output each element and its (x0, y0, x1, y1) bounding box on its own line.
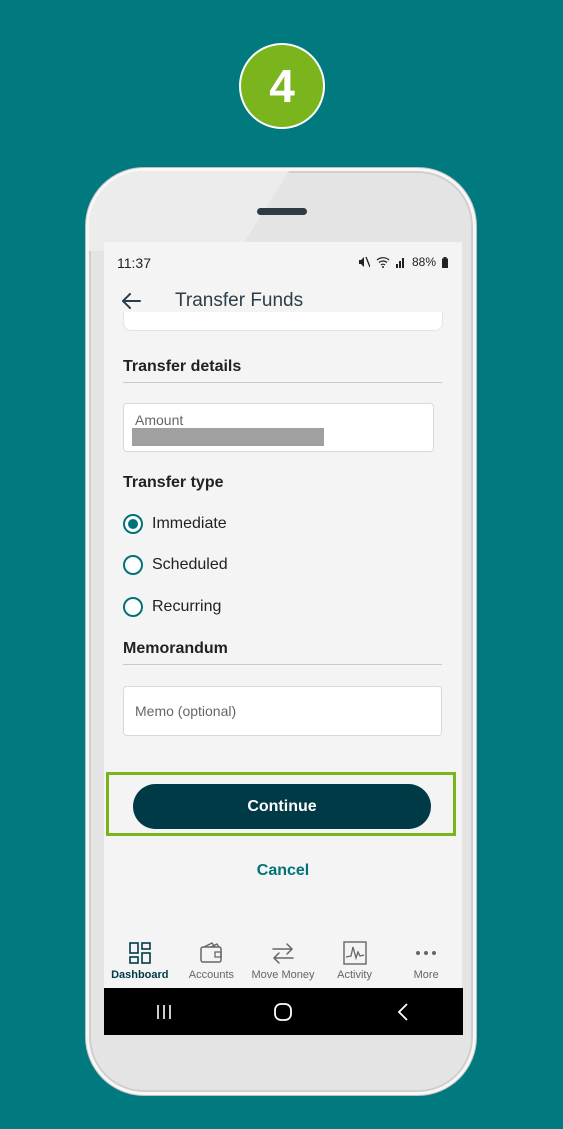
transfer-arrows-icon (272, 943, 294, 964)
radio-recurring[interactable]: Recurring (123, 595, 221, 619)
transfer-type-heading: Transfer type (123, 474, 224, 491)
radio-selected-dot (128, 519, 138, 529)
nav-label: Accounts (188, 969, 235, 981)
radio-label: Immediate (152, 515, 227, 532)
radio-immediate[interactable]: Immediate (123, 512, 227, 536)
android-back-icon (397, 1002, 408, 1021)
phone-speaker (257, 208, 307, 215)
nav-label: Activity (337, 969, 372, 981)
mute-icon (358, 256, 370, 268)
home-icon (274, 1002, 293, 1021)
amount-field[interactable]: Amount (123, 403, 434, 452)
battery-percent: 88% (411, 255, 436, 269)
amount-label: Amount (135, 412, 184, 428)
more-dots-icon (416, 951, 437, 955)
nav-more[interactable]: More (390, 934, 462, 988)
recent-apps-icon (157, 1004, 171, 1019)
memorandum-divider (123, 664, 442, 665)
nav-move-money[interactable]: Move Money (247, 934, 319, 988)
radio-button[interactable] (123, 597, 143, 617)
recent-apps-button[interactable] (144, 997, 184, 1027)
radio-scheduled[interactable]: Scheduled (123, 553, 228, 577)
activity-chart-icon (342, 941, 367, 965)
radio-button[interactable] (123, 555, 143, 575)
radio-label: Scheduled (152, 556, 228, 573)
nav-activity[interactable]: Activity (319, 934, 391, 988)
radio-label: Recurring (152, 598, 222, 615)
back-arrow-icon[interactable] (118, 288, 144, 314)
nav-dashboard[interactable]: Dashboard (104, 934, 176, 988)
nav-label: Move Money (251, 969, 315, 981)
wifi-icon (376, 257, 390, 268)
transfer-details-divider (123, 382, 442, 383)
status-time: 11:37 (117, 255, 151, 271)
bottom-nav: Dashboard Accounts Move Money Activity M… (104, 934, 462, 988)
cancel-link[interactable]: Cancel (233, 862, 333, 880)
android-nav-bar (104, 988, 463, 1035)
app-screen: 11:37 88% Transfer Funds Transfer detail… (104, 242, 462, 1035)
home-button[interactable] (263, 997, 303, 1027)
battery-icon (442, 256, 448, 268)
nav-label: Dashboard (111, 969, 169, 981)
page-title: Transfer Funds (175, 290, 304, 311)
dashboard-icon (128, 942, 151, 964)
step-badge: 4 (239, 43, 325, 129)
transfer-details-heading: Transfer details (123, 358, 242, 375)
nav-accounts[interactable]: Accounts (176, 934, 248, 988)
memo-input[interactable] (123, 686, 442, 736)
status-icons: 88% (358, 255, 448, 269)
signal-icon (395, 258, 404, 268)
continue-button[interactable]: Continue (133, 784, 431, 829)
previous-card-edge (123, 312, 443, 331)
memorandum-heading: Memorandum (123, 640, 228, 657)
nav-label: More (413, 969, 439, 981)
status-bar: 11:37 88% (104, 242, 462, 282)
back-button[interactable] (383, 997, 423, 1027)
radio-button[interactable] (123, 514, 143, 534)
amount-redacted-value (132, 428, 324, 446)
wallet-icon (200, 942, 223, 963)
